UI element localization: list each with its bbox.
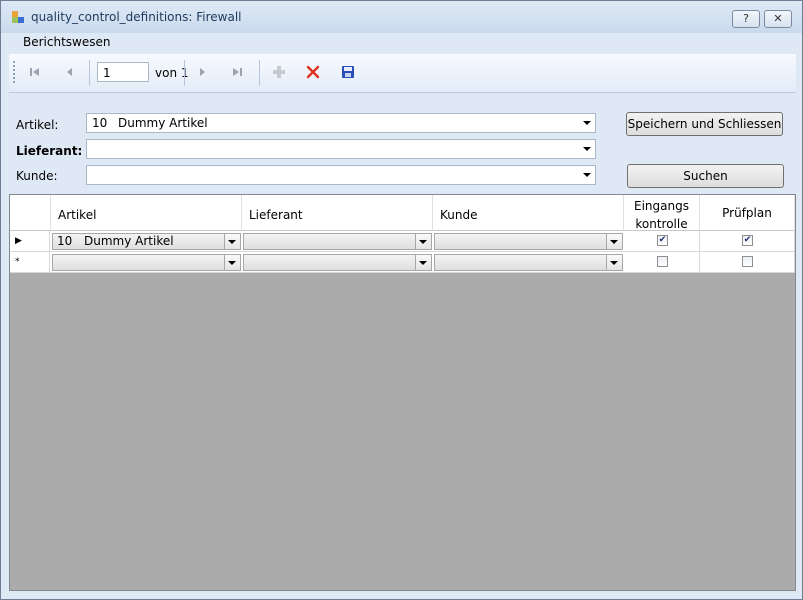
close-button[interactable]: ✕ — [764, 10, 792, 28]
lieferant-label: Lieferant: — [16, 144, 83, 158]
row-marker[interactable]: ▶ — [10, 231, 50, 251]
save-and-close-button[interactable]: Speichern und Schliessen — [626, 112, 783, 136]
chevron-down-icon[interactable] — [224, 234, 240, 249]
toolbar-separator — [259, 60, 260, 86]
cell-kunde-combobox[interactable] — [434, 233, 623, 250]
toolbar-separator — [89, 60, 90, 86]
search-button[interactable]: Suchen — [627, 164, 784, 188]
artikel-number: 10 — [92, 116, 108, 130]
pruefplan-checkbox[interactable]: ✔ — [742, 235, 753, 246]
toolbar-separator — [184, 60, 185, 86]
cell-pruefplan — [700, 252, 795, 272]
move-first-icon[interactable] — [27, 64, 43, 80]
title-bar: quality_control_definitions: Firewall ? … — [1, 1, 802, 33]
cell-eingangskontrolle — [624, 252, 700, 272]
data-grid[interactable]: Artikel Lieferant Kunde Eingangs kontrol… — [9, 194, 796, 591]
artikel-name: Dummy Artikel — [118, 116, 208, 130]
binding-navigator: 1 von 1 — [9, 54, 796, 93]
eingangskontrolle-checkbox[interactable] — [657, 256, 668, 267]
kunde-label: Kunde: — [16, 169, 58, 183]
menu-bar: Berichtswesen — [9, 33, 796, 53]
cell-eingangskontrolle: ✔ — [624, 231, 700, 251]
chevron-down-icon[interactable] — [583, 173, 591, 177]
chevron-down-icon[interactable] — [606, 234, 622, 249]
filter-panel: Artikel: 10 Dummy Artikel Lieferant: Kun… — [9, 94, 796, 192]
column-header-pruefplan[interactable]: Prüfplan — [700, 195, 795, 231]
table-row[interactable]: * — [10, 252, 795, 273]
window-title: quality_control_definitions: Firewall — [31, 10, 242, 24]
main-window: quality_control_definitions: Firewall ? … — [0, 0, 803, 600]
cell-artikel-combobox[interactable]: 10 Dummy Artikel — [52, 233, 241, 250]
column-header-artikel[interactable]: Artikel — [51, 195, 242, 231]
cell-kunde-combobox[interactable] — [434, 254, 623, 271]
kunde-combobox[interactable] — [86, 165, 596, 185]
delete-icon[interactable] — [305, 64, 321, 80]
row-marker[interactable]: * — [10, 252, 50, 272]
column-header-kunde[interactable]: Kunde — [433, 195, 624, 231]
chevron-down-icon[interactable] — [415, 255, 431, 270]
artikel-label: Artikel: — [16, 118, 59, 132]
position-input[interactable]: 1 — [97, 62, 149, 82]
row-header-corner — [10, 195, 51, 231]
cell-lieferant-combobox[interactable] — [243, 233, 432, 250]
table-row[interactable]: ▶ 10 Dummy Artikel ✔ ✔ — [10, 231, 795, 252]
chevron-down-icon[interactable] — [415, 234, 431, 249]
toolbar-grip-icon[interactable] — [13, 61, 15, 85]
save-icon[interactable] — [340, 64, 356, 80]
eingangskontrolle-checkbox[interactable]: ✔ — [657, 235, 668, 246]
column-header-eingangskontrolle[interactable]: Eingangs kontrolle — [624, 195, 700, 231]
help-button[interactable]: ? — [732, 10, 760, 28]
cell-lieferant-combobox[interactable] — [243, 254, 432, 271]
pruefplan-checkbox[interactable] — [742, 256, 753, 267]
cell-pruefplan: ✔ — [700, 231, 795, 251]
move-next-icon[interactable] — [194, 64, 210, 80]
menu-berichtswesen[interactable]: Berichtswesen — [23, 35, 110, 49]
chevron-down-icon[interactable] — [583, 147, 591, 151]
add-new-icon[interactable] — [271, 64, 287, 80]
move-previous-icon[interactable] — [62, 64, 78, 80]
chevron-down-icon[interactable] — [606, 255, 622, 270]
cell-artikel-combobox[interactable] — [52, 254, 241, 271]
app-icon — [12, 11, 24, 23]
lieferant-combobox[interactable] — [86, 139, 596, 159]
move-last-icon[interactable] — [229, 64, 245, 80]
chevron-down-icon[interactable] — [224, 255, 240, 270]
column-header-lieferant[interactable]: Lieferant — [242, 195, 433, 231]
artikel-combobox[interactable]: 10 Dummy Artikel — [86, 113, 596, 133]
chevron-down-icon[interactable] — [583, 121, 591, 125]
